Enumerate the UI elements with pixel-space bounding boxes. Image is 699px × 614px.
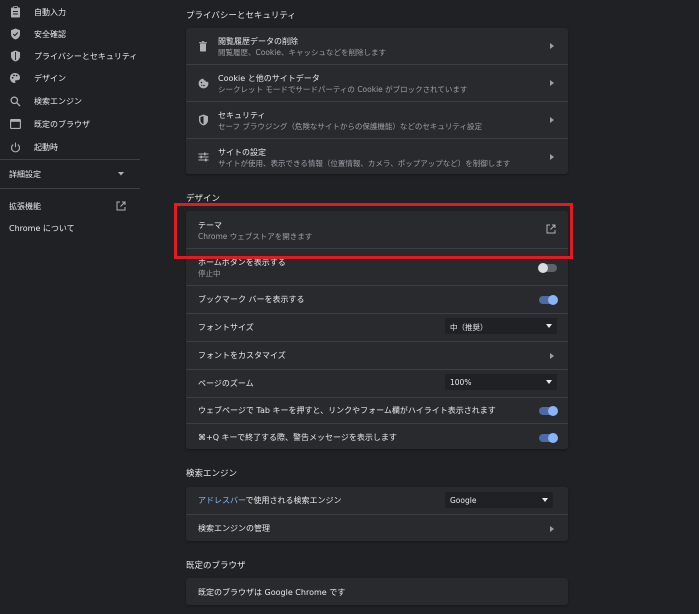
sidebar-divider [0, 159, 140, 160]
row-title: サイトの設定 [218, 148, 266, 157]
design-row-tab-highlight[interactable]: ウェブページで Tab キーを押すと、リンクやフォーム欄がハイライト表示されます [186, 398, 568, 423]
select-value: 中（推奨） [450, 323, 488, 332]
section-title-privacy: プライバシーとセキュリティ [186, 11, 296, 21]
row-title: 閲覧履歴データの削除 [218, 37, 298, 46]
design-row-page-zoom: ページのズーム 100% [186, 370, 568, 397]
address-bar-link[interactable]: アドレスバー [198, 496, 246, 505]
sidebar-item-advanced[interactable]: 詳細設定 [0, 164, 140, 184]
row-subtitle: サイトが使用、表示できる情報（位置情報、カメラ、ポップアップなど）を制御します [218, 159, 511, 168]
sidebar-item-label: プライバシーとセキュリティ [34, 52, 138, 61]
sidebar-divider [0, 188, 140, 189]
design-row-font-size: フォントサイズ 中（推奨） [186, 314, 568, 341]
section-title-default-browser: 既定のブラウザ [186, 561, 246, 571]
sidebar-item-label: 詳細設定 [9, 170, 41, 179]
tab-highlight-toggle[interactable] [539, 406, 558, 416]
privacy-row-cookies[interactable]: Cookie と他のサイトデータ シークレット モードでサードパーティの Coo… [186, 65, 568, 101]
design-row-customize-fonts[interactable]: フォントをカスタマイズ [186, 342, 568, 369]
select-value: Google [450, 496, 477, 505]
external-link-icon [115, 200, 127, 212]
cookie-icon [197, 77, 209, 89]
sidebar-item-label: 既定のブラウザ [34, 120, 90, 129]
sidebar-item-about-chrome[interactable]: Chrome について [0, 218, 140, 238]
row-title: ページのズーム [198, 379, 254, 388]
row-title: ブックマーク バーを表示する [198, 295, 305, 304]
section-title-search-engine: 検索エンジン [186, 469, 238, 479]
caret-down-icon [546, 380, 552, 384]
sidebar-item-extensions[interactable]: 拡張機能 [0, 196, 140, 216]
caret-down-icon [115, 168, 127, 180]
sidebar-item-search-engine[interactable]: 検索エンジン [0, 91, 140, 111]
clipboard-icon [9, 6, 21, 18]
select-value: 100% [450, 378, 472, 387]
bookmarks-bar-toggle[interactable] [539, 295, 558, 305]
sidebar: 自動入力 安全確認 プライバシーとセキュリティ デザイン 検索エンジン 既定のブ… [0, 0, 140, 614]
row-subtitle: 停止中 [198, 269, 221, 278]
sidebar-item-label: Chrome について [9, 224, 75, 233]
sidebar-item-label: 起動時 [34, 143, 58, 152]
shield-check-icon [9, 28, 21, 40]
search-row-manage[interactable]: 検索エンジンの管理 [186, 515, 568, 541]
caret-down-icon [546, 324, 552, 328]
chevron-right-icon [548, 352, 556, 360]
chevron-right-icon [548, 116, 556, 124]
row-subtitle: シークレット モードでサードパーティの Cookie がブロックされています [218, 85, 468, 94]
row-title: 検索エンジンの管理 [198, 524, 270, 533]
caret-down-icon [542, 498, 548, 502]
font-size-select[interactable]: 中（推奨） [445, 318, 557, 334]
chevron-right-icon [548, 42, 556, 50]
row-title: フォントサイズ [198, 323, 254, 332]
sidebar-item-privacy[interactable]: プライバシーとセキュリティ [0, 46, 140, 66]
sidebar-item-autofill[interactable]: 自動入力 [0, 2, 140, 22]
security-shield-icon [197, 114, 209, 126]
design-row-bookmarks-bar[interactable]: ブックマーク バーを表示する [186, 286, 568, 313]
shield-icon [9, 50, 21, 62]
sidebar-item-label: デザイン [34, 74, 66, 83]
power-icon [9, 141, 21, 153]
privacy-card: 閲覧履歴データの削除 閲覧履歴、Cookie、キャッシュなどを削除します Coo… [186, 28, 568, 174]
row-subtitle: 閲覧履歴、Cookie、キャッシュなどを削除します [218, 48, 386, 57]
row-title: アドレスバーで使用される検索エンジン [198, 495, 342, 506]
search-icon [9, 95, 21, 107]
palette-icon [9, 72, 21, 84]
page-zoom-select[interactable]: 100% [445, 374, 557, 390]
privacy-row-clear-data[interactable]: 閲覧履歴データの削除 閲覧履歴、Cookie、キャッシュなどを削除します [186, 28, 568, 64]
row-title: ⌘+Q キーで終了する際、警告メッセージを表示します [198, 433, 397, 442]
sliders-icon [197, 151, 209, 163]
default-browser-card: 既定のブラウザは Google Chrome です [186, 578, 568, 605]
row-title: ウェブページで Tab キーを押すと、リンクやフォーム欄がハイライト表示されます [198, 406, 496, 415]
sidebar-item-label: 自動入力 [34, 8, 66, 17]
sidebar-item-safety-check[interactable]: 安全確認 [0, 24, 140, 44]
sidebar-item-label: 安全確認 [34, 30, 66, 39]
sidebar-item-design[interactable]: デザイン [0, 68, 140, 88]
sidebar-item-label: 拡張機能 [9, 202, 41, 211]
default-browser-status: 既定のブラウザは Google Chrome です [198, 588, 346, 597]
search-row-engine: アドレスバーで使用される検索エンジン Google [186, 487, 568, 514]
search-engine-card: アドレスバーで使用される検索エンジン Google 検索エンジンの管理 [186, 487, 568, 541]
row-title: セキュリティ [218, 111, 266, 120]
chevron-right-icon [548, 79, 556, 87]
home-button-toggle[interactable] [538, 263, 557, 273]
quit-warning-toggle[interactable] [539, 433, 558, 443]
row-title-rest: で使用される検索エンジン [245, 496, 342, 505]
row-title: Cookie と他のサイトデータ [218, 74, 320, 83]
sidebar-item-label: 検索エンジン [34, 97, 82, 106]
design-row-quit-warning[interactable]: ⌘+Q キーで終了する際、警告メッセージを表示します [186, 424, 568, 449]
sidebar-item-on-startup[interactable]: 起動時 [0, 137, 140, 157]
browser-icon [9, 118, 21, 130]
chevron-right-icon [548, 525, 556, 533]
row-title: フォントをカスタマイズ [198, 351, 286, 360]
privacy-row-security[interactable]: セキュリティ セーフ ブラウジング（危険なサイトからの保護機能）などのセキュリテ… [186, 102, 568, 138]
search-engine-select[interactable]: Google [445, 492, 553, 508]
theme-highlight-box [174, 203, 573, 259]
default-browser-row: 既定のブラウザは Google Chrome です [186, 578, 568, 605]
privacy-row-site-settings[interactable]: サイトの設定 サイトが使用、表示できる情報（位置情報、カメラ、ポップアップなど）… [186, 139, 568, 174]
row-subtitle: セーフ ブラウジング（危険なサイトからの保護機能）などのセキュリティ設定 [218, 122, 482, 131]
sidebar-item-default-browser[interactable]: 既定のブラウザ [0, 114, 140, 134]
trash-icon [197, 40, 209, 52]
chevron-right-icon [548, 153, 556, 161]
